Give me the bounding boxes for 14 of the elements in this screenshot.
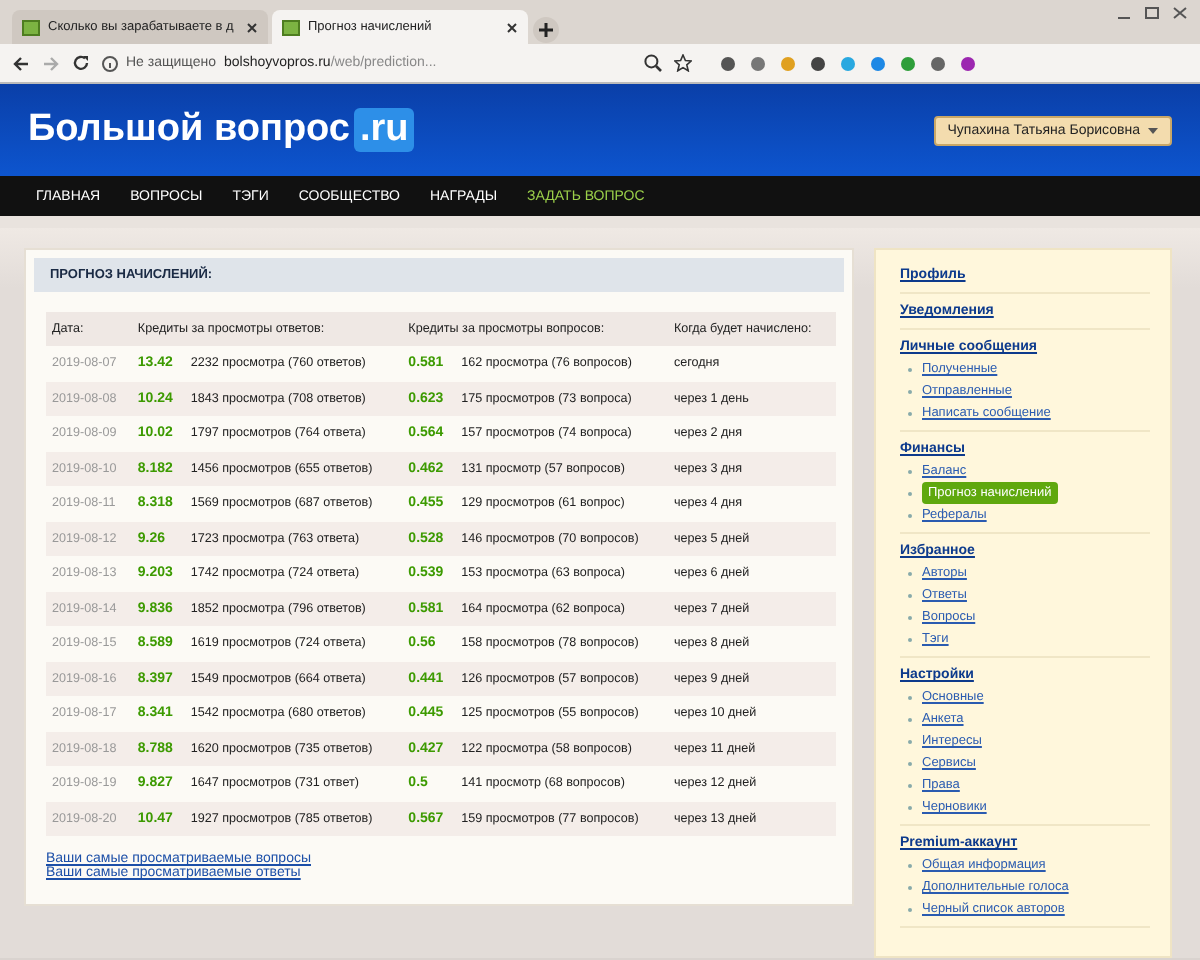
caret-icon: [1148, 127, 1158, 133]
page-icon: [282, 19, 300, 35]
page-icon: [22, 19, 40, 35]
close-icon[interactable]: [1172, 6, 1188, 20]
maximize-icon[interactable]: [1144, 6, 1160, 20]
site-logo[interactable]: Большой вопрос: [28, 108, 350, 152]
star-icon[interactable]: [674, 54, 692, 72]
info-icon: [102, 55, 118, 71]
close-icon[interactable]: [506, 21, 518, 33]
back-arrow-icon[interactable]: [12, 55, 30, 71]
zoom-icon[interactable]: [644, 54, 662, 72]
reload-icon[interactable]: [72, 54, 90, 72]
new-tab-icon[interactable]: [532, 16, 560, 44]
close-icon[interactable]: [246, 21, 258, 33]
